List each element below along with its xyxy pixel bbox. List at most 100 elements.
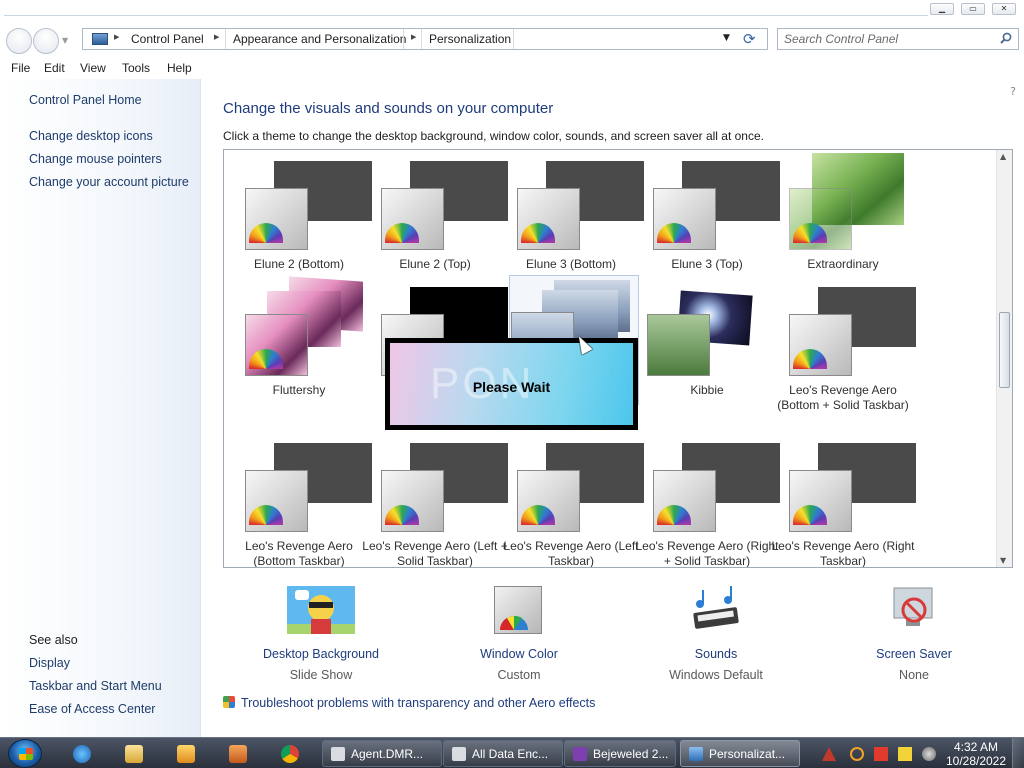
start-button[interactable] [8,739,42,768]
theme-item[interactable]: Leo's Revenge Aero (Left + Solid Taskbar… [362,435,508,567]
sounds-setting[interactable]: Sounds Windows Default [646,586,786,686]
troubleshoot-text[interactable]: Troubleshoot problems with transparency … [241,696,595,710]
change-account-picture-link[interactable]: Change your account picture [29,175,189,189]
display-link[interactable]: Display [29,656,70,670]
left-pane: Control Panel Home Change desktop icons … [0,79,201,737]
taskbar-task-all-data[interactable]: All Data Enc... [443,740,563,767]
theme-label: Leo's Revenge Aero (Left Taskbar) [503,539,639,568]
menu-tools[interactable]: Tools [122,61,150,75]
clock-date[interactable]: 10/28/2022 [945,754,1007,768]
notification-icon[interactable] [898,747,912,761]
sounds-icon [693,586,739,629]
crumb-control-panel[interactable]: Control Panel [131,32,204,46]
theme-item[interactable]: Elune 3 (Bottom) [503,153,644,277]
theme-label: Leo's Revenge Aero (Right Taskbar) [771,539,915,568]
desktop-background-icon [287,586,355,634]
themes-scrollbar[interactable]: ▲ ▼ [996,150,1012,567]
theme-label: Elune 2 (Top) [399,257,471,271]
theme-item[interactable]: Kibbie [639,279,775,403]
taskbar-start-menu-link[interactable]: Taskbar and Start Menu [29,679,162,693]
chevron-right-icon[interactable]: ▶ [114,33,119,41]
theme-label: Leo's Revenge Aero (Right + Solid Taskba… [635,539,779,568]
theme-item[interactable]: Elune 3 (Top) [639,153,780,277]
theme-label: Leo's Revenge Aero (Bottom Taskbar) [245,539,353,568]
media-player-icon [177,745,195,763]
theme-item[interactable]: Leo's Revenge Aero (Bottom + Solid Taskb… [775,279,916,412]
back-button[interactable] [6,28,32,54]
help-icon[interactable]: ? [1010,85,1016,98]
close-button[interactable]: ✕ [992,3,1016,15]
forward-button[interactable] [33,28,59,54]
scroll-up-icon[interactable]: ▲ [1000,152,1006,161]
address-dropdown-icon[interactable]: ▼ [723,33,730,43]
theme-item[interactable]: Leo's Revenge Aero (Right + Solid Taskba… [635,435,780,567]
control-panel-icon [689,747,703,761]
ease-of-access-link[interactable]: Ease of Access Center [29,702,155,716]
theme-item[interactable]: Elune 2 (Top) [367,153,508,277]
troubleshoot-link[interactable]: Troubleshoot problems with transparency … [223,696,595,710]
change-desktop-icons-link[interactable]: Change desktop icons [29,129,153,143]
search-box [777,28,1019,50]
window-color-value: Custom [497,668,541,682]
taskbar-task-bejeweled[interactable]: Bejeweled 2... [564,740,676,767]
theme-item[interactable]: Extraordinary [775,153,911,277]
menu-help[interactable]: Help [167,61,192,75]
taskbar-pin-media-player[interactable] [166,741,206,767]
taskbar: Agent.DMR... All Data Enc... Bejeweled 2… [0,737,1024,768]
chevron-right-icon[interactable]: ▶ [411,33,416,41]
theme-label: Fluttershy [272,383,326,397]
taskbar-task-personalization[interactable]: Personalizat... [680,740,800,767]
theme-label: Kibbie [690,383,724,397]
scroll-down-icon[interactable]: ▼ [1000,556,1006,565]
taskbar-task-agent[interactable]: Agent.DMR... [322,740,442,767]
theme-item[interactable]: Fluttershy [231,276,367,403]
menu-edit[interactable]: Edit [44,61,65,75]
taskbar-pin-explorer[interactable] [114,741,154,767]
theme-item[interactable]: Elune 2 (Bottom) [231,153,372,277]
screen-saver-label[interactable]: Screen Saver [844,647,984,661]
theme-item[interactable]: Leo's Revenge Aero (Bottom Taskbar) [231,435,372,567]
menu-view[interactable]: View [80,61,106,75]
chevron-right-icon[interactable]: ▶ [214,33,219,41]
window-color-setting[interactable]: Window Color Custom [449,586,589,686]
refresh-icon[interactable]: ⟳ [743,30,756,48]
screen-saver-icon [893,587,933,626]
page-description: Click a theme to change the desktop back… [223,129,764,143]
page-title: Change the visuals and sounds on your co… [223,100,554,117]
maximize-button[interactable]: ▭ [961,3,985,15]
volume-icon[interactable] [922,747,936,761]
scroll-thumb[interactable] [999,312,1010,388]
minimize-button[interactable]: ▁ [930,3,954,15]
chrome-icon [281,745,299,763]
theme-item[interactable]: Leo's Revenge Aero (Left Taskbar) [503,435,644,567]
address-bar[interactable]: ▶ Control Panel ▶ Appearance and Persona… [82,28,768,50]
search-icon[interactable] [1000,32,1012,44]
alert-icon[interactable] [822,747,836,761]
please-wait-panel: PON Please Wait [390,343,633,425]
taskbar-pin-app[interactable] [218,741,258,767]
show-desktop-button[interactable] [1012,738,1024,768]
theme-item[interactable]: Leo's Revenge Aero (Right Taskbar) [771,435,916,567]
window-color-label[interactable]: Window Color [449,647,589,661]
task-label: All Data Enc... [472,747,549,761]
task-label: Agent.DMR... [351,747,424,761]
clock-time[interactable]: 4:32 AM [945,740,1007,754]
search-tray-icon[interactable] [850,747,864,761]
recent-pages-icon[interactable]: ▼ [62,36,68,45]
taskbar-pin-chrome[interactable] [270,741,310,767]
search-input[interactable] [784,31,989,47]
change-mouse-pointers-link[interactable]: Change mouse pointers [29,152,162,166]
sounds-label[interactable]: Sounds [646,647,786,661]
flag-icon[interactable] [874,747,888,761]
control-panel-home-link[interactable]: Control Panel Home [29,93,142,107]
screen-saver-setting[interactable]: Screen Saver None [844,586,984,686]
crumb-personalization[interactable]: Personalization [429,32,511,46]
window-color-icon [494,586,542,634]
crumb-appearance[interactable]: Appearance and Personalization [233,32,406,46]
desktop-background-setting[interactable]: Desktop Background Slide Show [251,586,391,686]
taskbar-pin-internet-explorer[interactable] [62,741,102,767]
desktop-background-label[interactable]: Desktop Background [251,647,391,661]
window-icon [452,747,466,761]
menu-file[interactable]: File [11,61,30,75]
sounds-value: Windows Default [669,668,763,682]
